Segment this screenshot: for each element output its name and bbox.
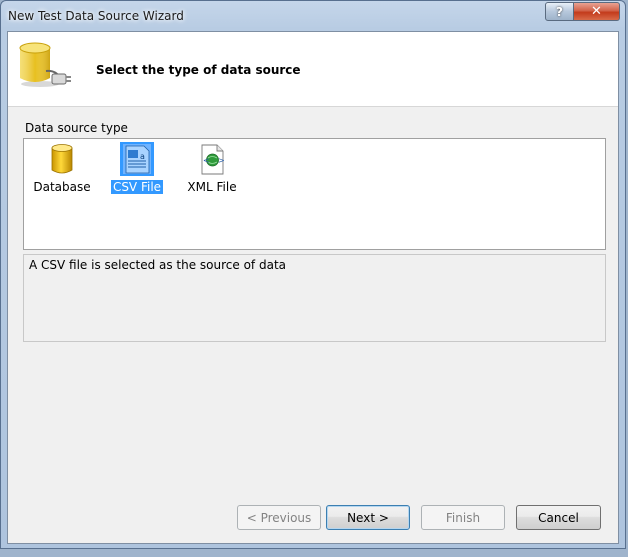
data-source-type-label: Data source type (25, 121, 128, 135)
database-plug-icon (19, 42, 71, 87)
xml-file-icon: < > (201, 144, 225, 175)
next-button[interactable]: Next > (326, 505, 410, 530)
window-title: New Test Data Source Wizard (8, 9, 184, 23)
wizard-header: Select the type of data source (8, 32, 618, 107)
description-panel: A CSV file is selected as the source of … (23, 254, 606, 342)
csv-file-icon: a (123, 144, 151, 174)
title-bar[interactable]: New Test Data Source Wizard ? ✕ (1, 1, 625, 31)
cancel-button[interactable]: Cancel (516, 505, 601, 530)
finish-button[interactable]: Finish (421, 505, 505, 530)
close-icon: ✕ (591, 4, 602, 19)
source-type-label: Database (33, 180, 91, 194)
wizard-page-title: Select the type of data source (96, 63, 301, 77)
svg-text:>: > (218, 156, 225, 165)
source-type-xml-file[interactable]: < > XML File (177, 142, 247, 194)
help-icon: ? (556, 4, 563, 19)
svg-text:a: a (140, 152, 145, 161)
source-type-csv-file[interactable]: a CSV File (102, 142, 172, 194)
data-source-type-list[interactable]: Database a CSV File < > XML File (23, 138, 606, 250)
source-type-label: XML File (187, 180, 237, 194)
database-icon (51, 144, 73, 174)
wizard-client-area: Select the type of data source Data sour… (7, 31, 619, 544)
wizard-window: New Test Data Source Wizard ? ✕ Select t… (0, 0, 626, 549)
source-type-database[interactable]: Database (27, 142, 97, 194)
help-button[interactable]: ? (545, 2, 574, 21)
description-text: A CSV file is selected as the source of … (29, 258, 287, 272)
previous-button[interactable]: < Previous (237, 505, 321, 530)
source-type-label: CSV File (110, 180, 164, 194)
svg-text:<: < (203, 156, 210, 165)
close-button[interactable]: ✕ (573, 2, 620, 21)
